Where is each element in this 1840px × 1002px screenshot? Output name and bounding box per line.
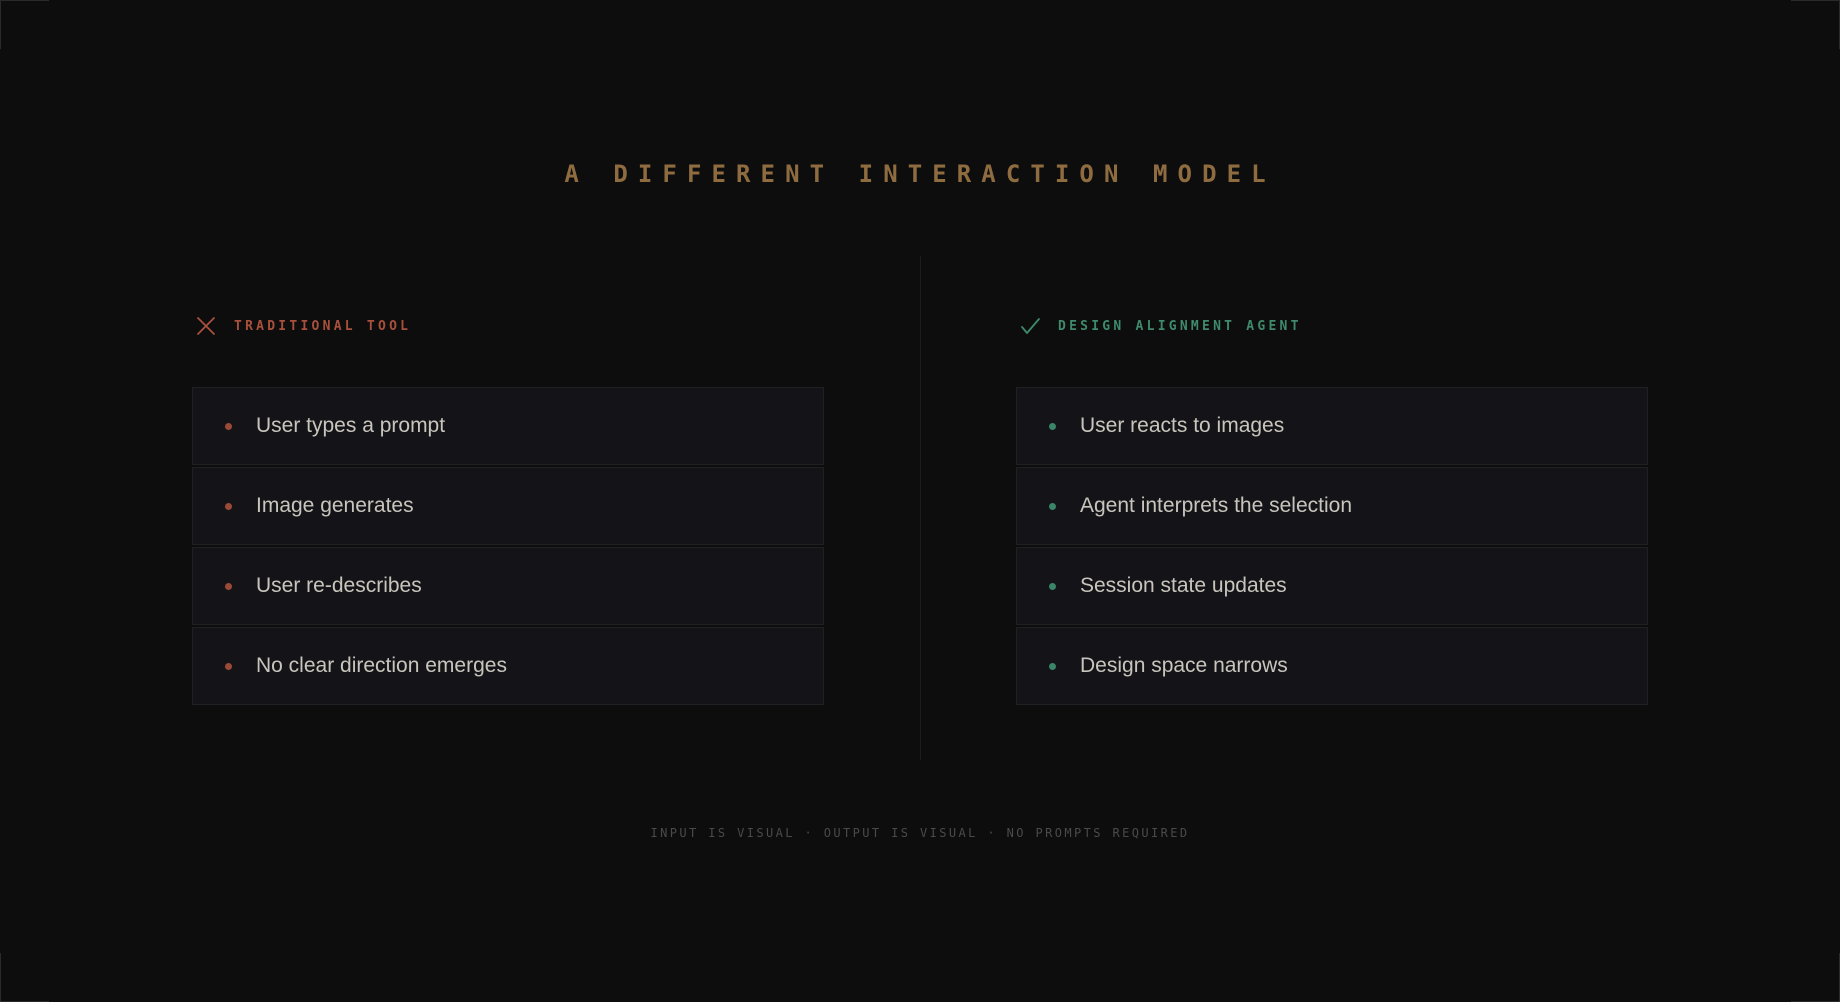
slide: A DIFFERENT INTERACTION MODEL TRADITIONA… — [0, 0, 1840, 1002]
footer-tagline: INPUT IS VISUAL · OUTPUT IS VISUAL · NO … — [650, 826, 1190, 840]
corner-mark-top-right — [1791, 0, 1840, 49]
x-icon — [194, 314, 218, 338]
traditional-step-item: User types a prompt — [192, 387, 824, 465]
traditional-tool-column: TRADITIONAL TOOL User types a prompt Ima… — [192, 312, 824, 707]
traditional-tool-list: User types a prompt Image generates User… — [192, 387, 824, 705]
traditional-tool-header: TRADITIONAL TOOL — [192, 312, 824, 340]
corner-mark-top-left — [0, 0, 49, 49]
bullet-dot — [1049, 422, 1056, 430]
check-icon — [1018, 314, 1042, 338]
step-text: Image generates — [256, 494, 414, 517]
traditional-step-item: No clear direction emerges — [192, 627, 824, 705]
bullet-dot — [225, 422, 232, 430]
step-text: User types a prompt — [256, 414, 446, 437]
column-divider — [920, 256, 921, 760]
step-text: Design space narrows — [1080, 654, 1288, 677]
bullet-dot — [1049, 582, 1056, 590]
agent-step-item: Agent interprets the selection — [1016, 467, 1648, 545]
bullet-dot — [1049, 502, 1056, 510]
agent-step-item: Session state updates — [1016, 547, 1648, 625]
design-alignment-agent-column: DESIGN ALIGNMENT AGENT User reacts to im… — [1016, 312, 1648, 707]
agent-step-item: User reacts to images — [1016, 387, 1648, 465]
design-alignment-agent-list: User reacts to images Agent interprets t… — [1016, 387, 1648, 705]
corner-mark-bottom-left — [0, 953, 49, 1002]
traditional-step-item: User re-describes — [192, 547, 824, 625]
traditional-step-item: Image generates — [192, 467, 824, 545]
traditional-tool-label: TRADITIONAL TOOL — [234, 318, 412, 334]
page-title: A DIFFERENT INTERACTION MODEL — [564, 160, 1276, 188]
step-text: No clear direction emerges — [256, 654, 507, 677]
design-alignment-agent-header: DESIGN ALIGNMENT AGENT — [1016, 312, 1648, 340]
bullet-dot — [225, 582, 232, 590]
bullet-dot — [225, 662, 232, 670]
step-text: User reacts to images — [1080, 414, 1285, 437]
step-text: Agent interprets the selection — [1080, 494, 1352, 517]
agent-step-item: Design space narrows — [1016, 627, 1648, 705]
step-text: User re-describes — [256, 574, 422, 597]
bullet-dot — [1049, 662, 1056, 670]
step-text: Session state updates — [1080, 574, 1287, 597]
design-alignment-agent-label: DESIGN ALIGNMENT AGENT — [1058, 318, 1302, 334]
bullet-dot — [225, 502, 232, 510]
corner-mark-bottom-right — [1791, 953, 1840, 1002]
